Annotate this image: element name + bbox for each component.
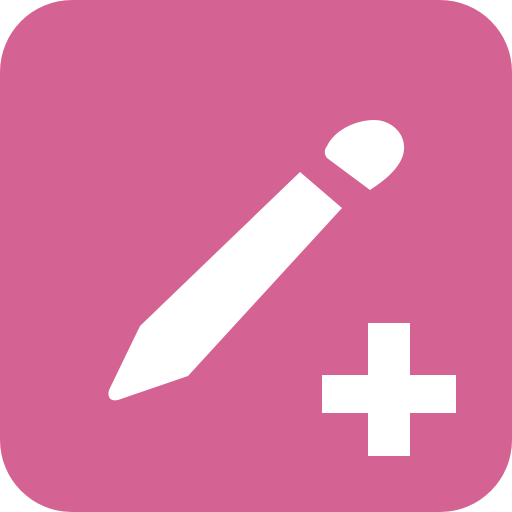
plus-horizontal-bar [322, 375, 456, 413]
app-icon-graphic [0, 0, 512, 512]
app-icon[interactable] [0, 0, 512, 512]
